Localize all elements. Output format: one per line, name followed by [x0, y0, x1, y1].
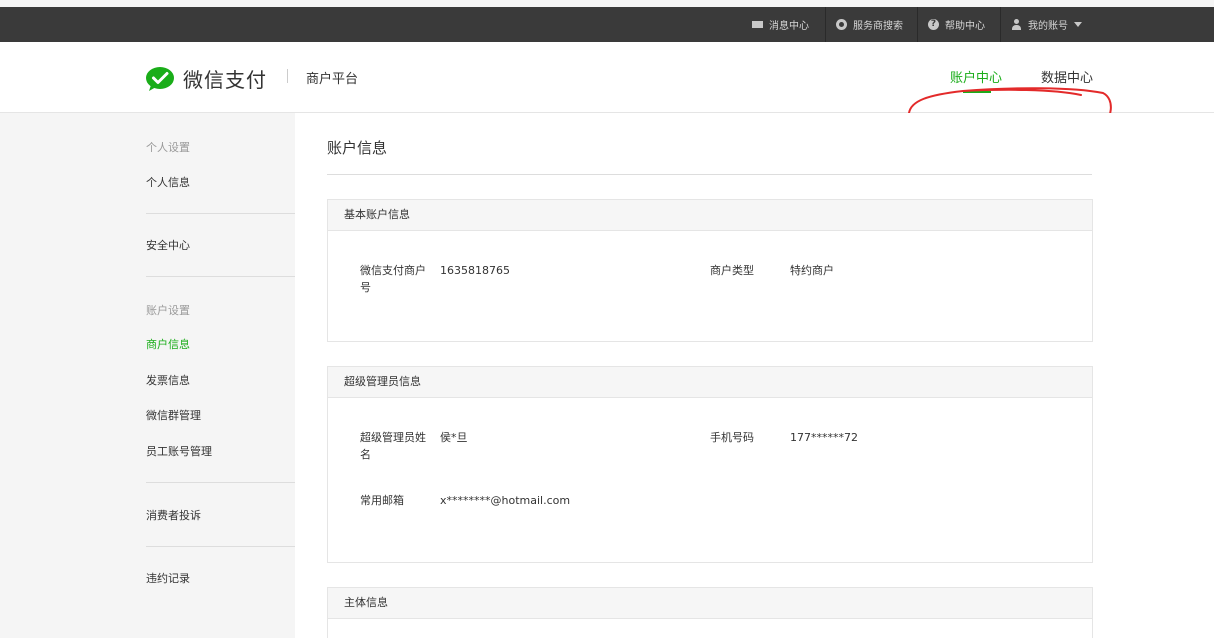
title-divider [327, 174, 1092, 175]
messages-label: 消息中心 [769, 21, 809, 32]
sidebar-item-violations[interactable]: 违约记录 [146, 570, 190, 586]
brand-name: 微信支付 [183, 68, 267, 92]
sidebar-divider [146, 482, 295, 483]
sidebar-divider [146, 213, 295, 214]
field-value-merchant-id: 1635818765 [440, 264, 510, 277]
nav-account-center[interactable]: 账户中心 [950, 67, 1002, 86]
platform-name: 商户平台 [306, 72, 359, 87]
card-heading: 超级管理员信息 [328, 367, 1092, 398]
sidebar-item-invoice-info[interactable]: 发票信息 [146, 372, 190, 388]
main-content: 账户信息 基本账户信息 微信支付商户号 1635818765 商户类型 特约商户… [295, 113, 1214, 638]
wechat-pay-logo-icon [145, 66, 177, 92]
basic-account-card: 基本账户信息 微信支付商户号 1635818765 商户类型 特约商户 [327, 199, 1093, 342]
sidebar-item-personal-info[interactable]: 个人信息 [146, 174, 190, 190]
sidebar-item-wechat-groups[interactable]: 微信群管理 [146, 407, 201, 423]
card-heading: 基本账户信息 [328, 200, 1092, 231]
sidebar-item-complaints[interactable]: 消费者投诉 [146, 507, 201, 523]
sidebar-item-merchant-info[interactable]: 商户信息 [146, 336, 190, 352]
header-divider [287, 69, 288, 83]
messages-link[interactable]: 消息中心 [742, 7, 819, 42]
page-title: 账户信息 [327, 139, 388, 157]
sidebar-group-personal: 个人设置 [146, 141, 190, 154]
help-label: 帮助中心 [945, 21, 985, 32]
provider-search-link[interactable]: 服务商搜索 [825, 7, 913, 42]
search-icon [836, 19, 847, 30]
field-label-admin-name: 超级管理员姓名 [360, 431, 426, 461]
field-value-email: x********@hotmail.com [440, 494, 571, 507]
sidebar-item-security[interactable]: 安全中心 [146, 237, 190, 253]
top-bar: 消息中心 服务商搜索 ? 帮助中心 我的账号 [0, 7, 1214, 42]
entity-info-card: 主体信息 [327, 587, 1093, 638]
sidebar: 个人设置 个人信息 安全中心 账户设置 商户信息 发票信息 微信群管理 员工账号… [0, 113, 295, 638]
field-value-merchant-type: 特约商户 [790, 264, 834, 277]
field-label-phone: 手机号码 [710, 431, 754, 444]
header: 微信支付 商户平台 账户中心 数据中心 [0, 42, 1214, 144]
account-label: 我的账号 [1028, 21, 1068, 32]
sidebar-divider [146, 546, 295, 547]
chevron-down-icon [1074, 22, 1082, 27]
nav-data-center[interactable]: 数据中心 [1041, 67, 1093, 86]
user-icon [1011, 19, 1022, 30]
brand-logo[interactable]: 微信支付 [145, 64, 267, 93]
field-label-merchant-type: 商户类型 [710, 264, 754, 277]
field-value-admin-name: 侯*旦 [440, 431, 468, 444]
mail-icon [752, 21, 763, 28]
help-link[interactable]: ? 帮助中心 [917, 7, 995, 42]
card-heading: 主体信息 [328, 588, 1092, 619]
field-value-phone: 177******72 [790, 431, 858, 444]
super-admin-card: 超级管理员信息 超级管理员姓名 侯*旦 手机号码 177******72 常用邮… [327, 366, 1093, 563]
sidebar-item-staff-accounts[interactable]: 员工账号管理 [146, 443, 212, 459]
sidebar-divider [146, 276, 295, 277]
account-menu[interactable]: 我的账号 [1000, 7, 1094, 42]
sidebar-group-account: 账户设置 [146, 304, 190, 317]
provider-search-label: 服务商搜索 [853, 21, 903, 32]
help-icon: ? [928, 19, 939, 30]
field-label-email: 常用邮箱 [360, 494, 404, 507]
field-label-merchant-id: 微信支付商户号 [360, 264, 426, 294]
